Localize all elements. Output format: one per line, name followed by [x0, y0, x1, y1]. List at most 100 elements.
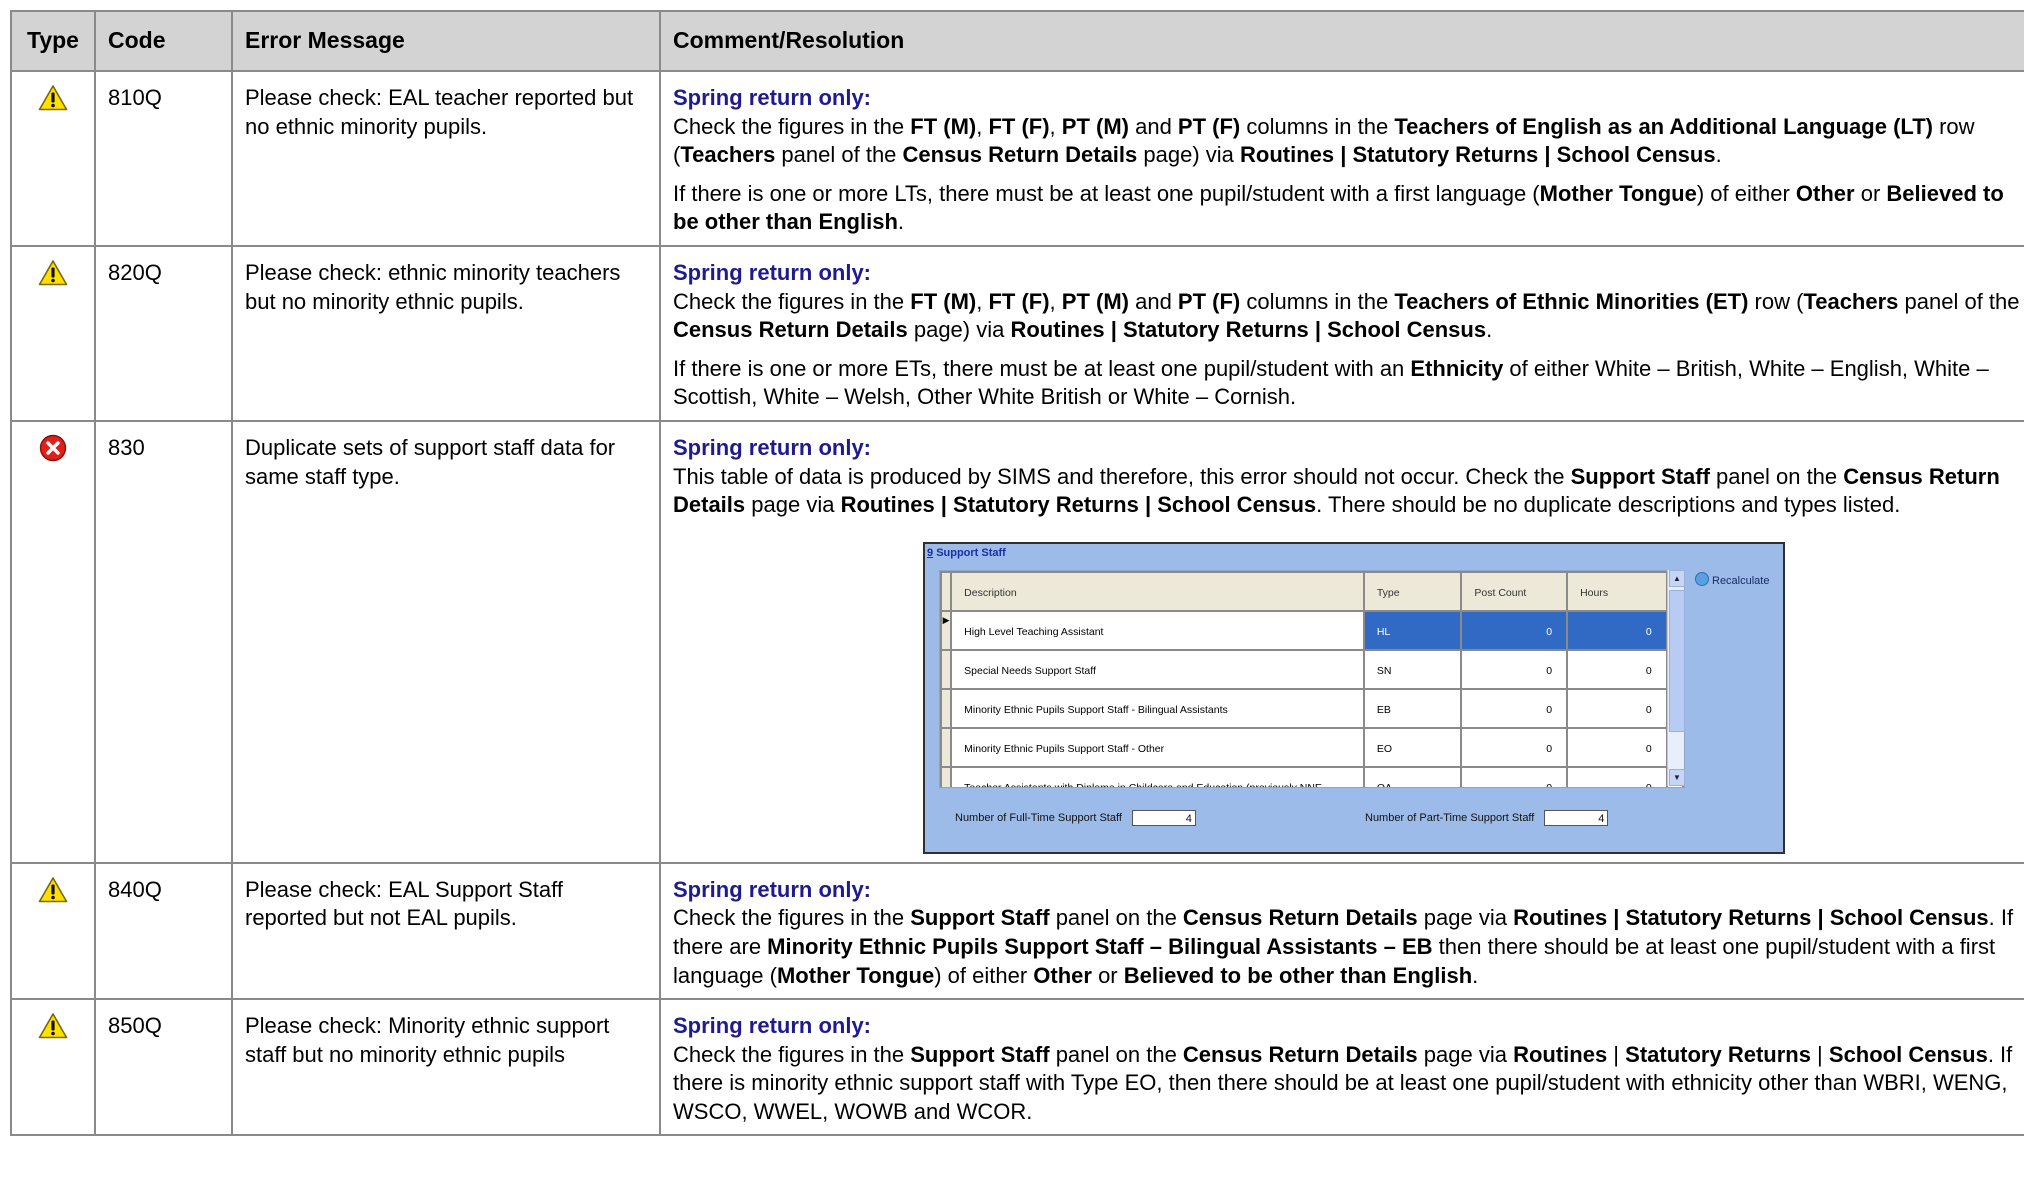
row-indicator: [940, 726, 953, 768]
code-cell: 840Q: [94, 861, 233, 1001]
text-run: panel on the: [1049, 1041, 1183, 1067]
bold-term: Census Return Details: [902, 142, 1138, 168]
parttime-input[interactable]: 4: [1544, 809, 1609, 826]
text-run: ) of either: [934, 962, 1034, 988]
type-cell: [10, 244, 96, 422]
grid-cell-hours[interactable]: 0: [1566, 648, 1668, 690]
text-run: .: [1715, 142, 1722, 168]
text-run: columns in the: [1240, 113, 1395, 139]
bold-term: Routines | Statutory Returns | School Ce…: [1240, 142, 1716, 168]
grid-cell-hours[interactable]: 0: [1566, 726, 1668, 768]
grid-cell-type[interactable]: EO: [1362, 726, 1463, 768]
row-indicator: [940, 648, 953, 690]
text-run: |: [1607, 1041, 1626, 1067]
grid-cell-description[interactable]: Special Needs Support Staff: [950, 648, 1365, 690]
text-run: and: [1128, 288, 1178, 314]
grid-cell-description[interactable]: Teacher Assistants with Diploma in Child…: [950, 765, 1365, 787]
grid-row[interactable]: Minority Ethnic Pupils Support Staff - B…: [940, 687, 1684, 729]
message-cell: Please check: EAL teacher reported but n…: [231, 70, 661, 247]
table-row: 810Q Please check: EAL teacher reported b…: [10, 70, 2024, 247]
comment-cell: Spring return only: Check the figures in …: [659, 244, 2024, 422]
text-run: If there is one or more ETs, there must …: [673, 355, 1411, 381]
grid-row[interactable]: ▶ High Level Teaching Assistant HL 0 0: [940, 609, 1684, 651]
message-cell: Please check: EAL Support Staff reported…: [231, 861, 661, 1001]
grid-column-header[interactable]: Post Count: [1460, 570, 1569, 612]
spring-return-label: Spring return only:: [673, 259, 871, 285]
grid-row[interactable]: Minority Ethnic Pupils Support Staff - O…: [940, 726, 1684, 768]
comment-paragraph: Check the figures in the Support Staff p…: [673, 904, 2024, 990]
warning-icon: [38, 84, 68, 120]
grid-row[interactable]: Teacher Assistants with Diploma in Child…: [940, 765, 1684, 787]
warning-icon: [38, 876, 68, 912]
grid-cell-hours[interactable]: 0: [1566, 765, 1668, 787]
scroll-down-icon[interactable]: ▼: [1669, 768, 1685, 786]
text-run: panel on the: [1709, 463, 1844, 489]
grid-cell-type[interactable]: QA: [1362, 765, 1463, 787]
text-run: page) via: [1137, 142, 1240, 168]
bold-term: Census Return Details: [1182, 905, 1418, 931]
text-run: columns in the: [1240, 288, 1395, 314]
bold-term: Minority Ethnic Pupils Support Staff – B…: [767, 933, 1433, 959]
bold-term: Routines | Statutory Returns | School Ce…: [1513, 905, 1989, 931]
grid-column-header[interactable]: Description: [950, 570, 1365, 612]
bold-term: FT (M): [910, 288, 977, 314]
bold-term: Other: [1033, 962, 1092, 988]
bold-term: FT (F): [988, 113, 1050, 139]
grid-cell-type[interactable]: SN: [1362, 648, 1463, 690]
grid-cell-hours[interactable]: 0: [1566, 609, 1668, 651]
text-run: or: [1091, 962, 1124, 988]
type-cell: [10, 419, 96, 864]
grid-cell-post-count[interactable]: 0: [1460, 687, 1569, 729]
comment-paragraph: If there is one or more LTs, there must …: [673, 180, 2024, 237]
bold-term: Other: [1795, 180, 1855, 206]
fulltime-input[interactable]: 4: [1131, 809, 1196, 826]
recalculate-button[interactable]: Recalculate: [1695, 571, 1769, 588]
spring-return-label: Spring return only:: [673, 85, 871, 110]
table-row: 830 Duplicate sets of support staff data …: [10, 419, 2024, 864]
grid-cell-post-count[interactable]: 0: [1460, 765, 1569, 787]
scroll-thumb[interactable]: [1669, 589, 1685, 732]
type-cell: [10, 70, 96, 247]
grid-cell-post-count[interactable]: 0: [1460, 726, 1569, 768]
fulltime-field: Number of Full-Time Support Staff 4: [955, 809, 1196, 826]
grid-cell-type[interactable]: HL: [1362, 609, 1463, 651]
spring-return-label: Spring return only:: [673, 1013, 871, 1039]
row-indicator: ▶: [940, 609, 953, 651]
comment-paragraph: Check the figures in the Support Staff p…: [673, 1041, 2024, 1127]
grid-column-header[interactable]: Type: [1362, 570, 1463, 612]
code-cell: 820Q: [94, 244, 233, 422]
warning-icon: [38, 1012, 68, 1048]
bold-term: Teachers of English as an Additional Lan…: [1394, 113, 1933, 139]
bold-term: Routines | Statutory Returns | School Ce…: [1010, 317, 1487, 343]
grid-cell-hours[interactable]: 0: [1566, 687, 1668, 729]
grid-column-header[interactable]: Hours: [1566, 570, 1668, 612]
fulltime-label: Number of Full-Time Support Staff: [955, 811, 1122, 824]
comment-paragraph: Check the figures in the FT (M), FT (F),…: [673, 113, 2024, 170]
grid-cell-post-count[interactable]: 0: [1460, 648, 1569, 690]
grid-scrollbar[interactable]: ▲ ▼: [1667, 569, 1685, 786]
comment-cell: Spring return only: Check the figures in …: [659, 861, 2024, 1001]
text-run: |: [1810, 1041, 1829, 1067]
spring-return-label: Spring return only:: [673, 876, 871, 902]
text-run: Check the figures in the: [673, 113, 911, 139]
message-cell: Please check: Minority ethnic support st…: [231, 998, 661, 1137]
grid-cell-post-count[interactable]: 0: [1460, 609, 1569, 651]
comment-cell: Spring return only: This table of data is…: [659, 419, 2024, 864]
grid-cell-description[interactable]: Minority Ethnic Pupils Support Staff - B…: [950, 687, 1365, 729]
grid-cell-description[interactable]: Minority Ethnic Pupils Support Staff - O…: [950, 726, 1365, 768]
grid-cell-description[interactable]: High Level Teaching Assistant: [950, 610, 1365, 651]
bold-term: Routines: [1513, 1041, 1608, 1067]
header-row: Type Code Error Message Comment/Resoluti…: [10, 10, 2024, 72]
text-run: panel of the: [775, 142, 903, 168]
bold-term: PT (M): [1061, 288, 1129, 314]
scroll-up-icon[interactable]: ▲: [1669, 569, 1685, 587]
error-table: Type Code Error Message Comment/Resoluti…: [10, 10, 2024, 1137]
grid-cell-type[interactable]: EB: [1362, 687, 1463, 729]
bold-term: Ethnicity: [1410, 355, 1504, 381]
text-run: Check the figures in the: [673, 288, 911, 314]
table-row: 850Q Please check: Minority ethnic suppor…: [10, 998, 2024, 1137]
grid-header-row: Description Type Post Count Hours: [940, 570, 1684, 612]
bold-term: Routines | Statutory Returns | School Ce…: [840, 492, 1317, 518]
grid-row[interactable]: Special Needs Support Staff SN 0 0: [940, 648, 1684, 690]
code-cell: 830: [94, 419, 233, 864]
